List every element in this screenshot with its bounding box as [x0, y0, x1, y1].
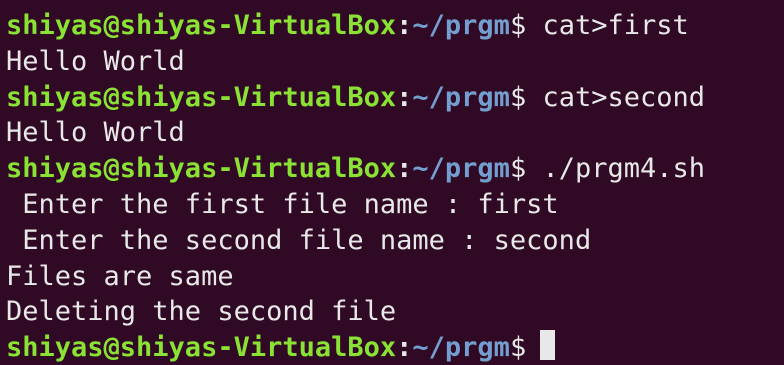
prompt-dollar: $ [509, 332, 527, 364]
prompt-colon: : [396, 81, 413, 113]
terminal-line-output: Deleting the second file [6, 296, 397, 328]
prompt-user-host: shiyas@shiyas-VirtualBox [6, 10, 397, 41]
prompt-path: ~/prgm [412, 153, 510, 185]
prompt-path: ~/prgm [412, 81, 510, 113]
terminal-line-prompt: shiyas@shiyas-VirtualBox:~/prgm$ [6, 330, 784, 365]
terminal-line-output: Hello World [6, 45, 185, 77]
prompt-user-host: shiyas@shiyas-VirtualBox [6, 153, 397, 185]
terminal-line-output: Enter the first file name : first [6, 188, 559, 220]
prompt-user-host: shiyas@shiyas-VirtualBox [6, 81, 397, 113]
prompt-path: ~/prgm [412, 332, 510, 364]
terminal-window[interactable]: shiyas@shiyas-VirtualBox:~/prgm$ cat>fir… [0, 0, 784, 365]
terminal-line-output: Hello World [6, 117, 185, 149]
prompt-user-host: shiyas@shiyas-VirtualBox [6, 332, 397, 364]
prompt-dollar: $ [509, 10, 527, 41]
command-text: ./prgm4.sh [526, 153, 706, 185]
terminal-line-output: Files are same [6, 260, 234, 292]
prompt-path: ~/prgm [412, 10, 510, 41]
terminal-line-command: shiyas@shiyas-VirtualBox:~/prgm$ cat>fir… [6, 8, 784, 44]
command-text: cat>first [526, 10, 689, 41]
prompt-dollar: $ [509, 81, 527, 113]
terminal-line-output: Enter the second file name : second [6, 224, 592, 256]
prompt-colon: : [396, 153, 413, 185]
command-text: cat>second [526, 81, 706, 113]
prompt-dollar: $ [509, 153, 527, 185]
terminal-line-command: shiyas@shiyas-VirtualBox:~/prgm$ cat>sec… [6, 80, 784, 116]
terminal-line-command: shiyas@shiyas-VirtualBox:~/prgm$ ./prgm4… [6, 151, 784, 187]
prompt-colon: : [396, 10, 413, 41]
prompt-colon: : [396, 332, 413, 364]
text-cursor[interactable] [540, 330, 556, 361]
